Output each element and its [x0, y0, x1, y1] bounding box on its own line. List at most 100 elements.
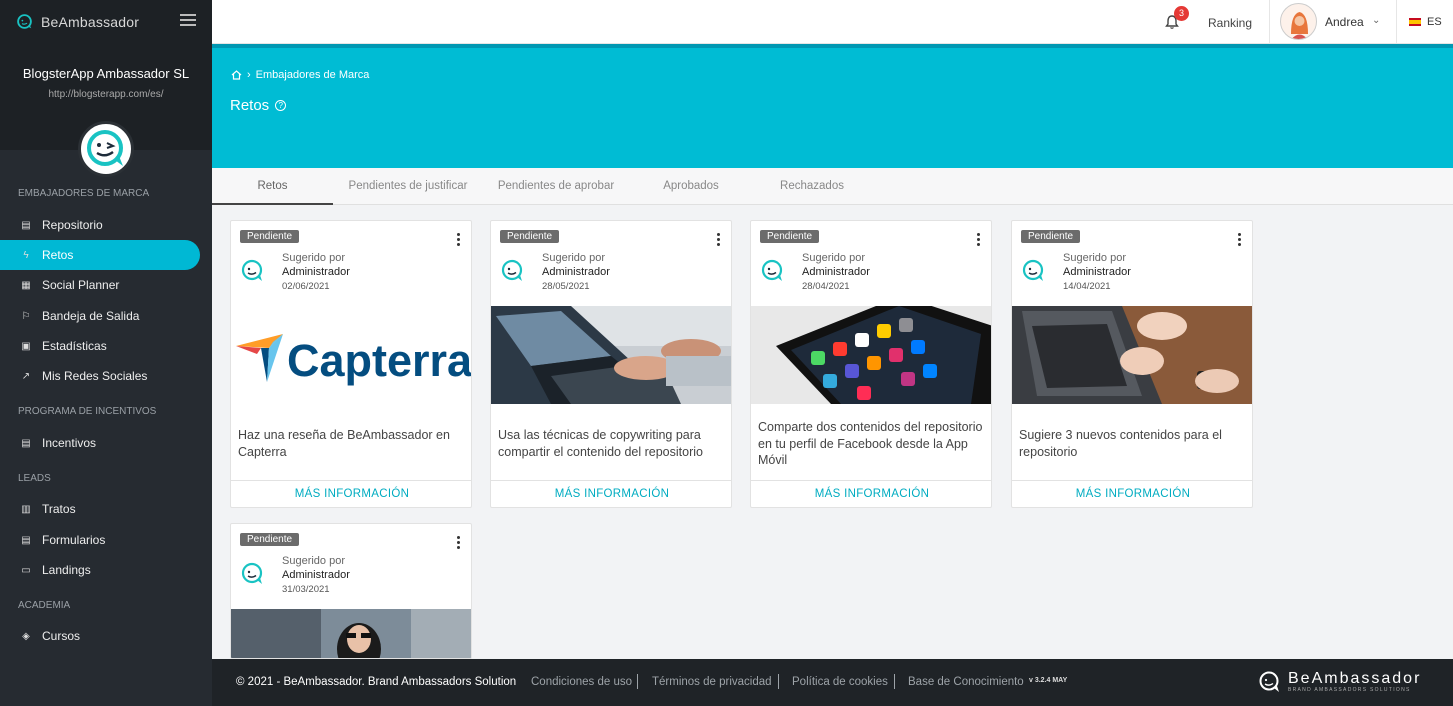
footer-link-terms[interactable]: Condiciones de uso [531, 676, 632, 688]
footer-logo[interactable]: BeAmbassador BRAND AMBASSADORS SOLUTIONS [1258, 670, 1421, 694]
page-title: Retos [230, 97, 270, 114]
author-name: Administrador [282, 266, 350, 278]
divider [1269, 0, 1270, 44]
laptop-hands-photo [1012, 306, 1252, 404]
more-info-button[interactable]: MÁS INFORMACIÓN [751, 480, 991, 507]
sidebar-item-landings[interactable]: ▭ Landings [0, 555, 200, 585]
breadcrumb: › Embajadores de Marca [231, 69, 369, 81]
more-info-button[interactable]: MÁS INFORMACIÓN [231, 480, 471, 507]
tab-pendientes-aprobar[interactable]: Pendientes de aprobar [494, 168, 618, 205]
version-label: v 3.2.4 MAY [1029, 677, 1068, 684]
help-icon[interactable]: ? [275, 100, 287, 111]
suggested-by-label: Sugerido por [1063, 252, 1126, 264]
brand[interactable]: BeAmbassador [16, 13, 139, 30]
company-name: BlogsterApp Ambassador SL [22, 66, 190, 81]
footer-logo-name: BeAmbassador [1288, 670, 1422, 687]
card-image[interactable] [1012, 306, 1252, 404]
tab-rechazados[interactable]: Rechazados [770, 168, 854, 205]
status-badge: Pendiente [240, 533, 300, 546]
card-description: Comparte dos contenidos del repositorio … [758, 420, 983, 467]
language-selector[interactable]: ES [1427, 16, 1442, 28]
company-url[interactable]: http://blogsterapp.com/es/ [0, 89, 212, 100]
card-image[interactable]: Capterra [231, 306, 472, 404]
bolt-icon: ϟ [23, 249, 29, 261]
card-image[interactable] [751, 306, 991, 404]
sidebar-item-cursos[interactable]: ◈ Cursos [0, 621, 200, 651]
suggested-by-label: Sugerido por [802, 252, 865, 264]
more-info-button[interactable]: MÁS INFORMACIÓN [1012, 480, 1252, 507]
ranking-link[interactable]: Ranking [1208, 16, 1252, 30]
card-image[interactable] [491, 306, 731, 404]
gift-icon: ▤ [21, 437, 31, 449]
user-avatar-icon [1291, 12, 1308, 39]
topbar: 3 Ranking Andrea ⌄ ES [212, 0, 1453, 44]
footer-link-knowledge-base[interactable]: Base de Conocimiento [908, 676, 1024, 688]
home-icon[interactable] [231, 70, 242, 80]
notification-badge: 3 [1174, 6, 1189, 21]
author-name: Administrador [802, 266, 870, 278]
breadcrumb-item[interactable]: Embajadores de Marca [256, 69, 370, 81]
tab-pendientes-justificar[interactable]: Pendientes de justificar [345, 168, 471, 205]
sidebar-item-redes[interactable]: ↗ Mis Redes Sociales [0, 361, 200, 391]
sidebar-item-estadisticas[interactable]: ▣ Estadísticas [0, 331, 200, 361]
sidebar-item-incentivos[interactable]: ▤ Incentivos [0, 428, 200, 458]
calendar-icon: ▦ [21, 279, 31, 291]
stats-icon: ▣ [21, 340, 31, 352]
card-date: 31/03/2021 [282, 584, 330, 595]
challenge-card[interactable]: Pendiente Sugerido por Administrador 28/… [490, 220, 732, 508]
deal-icon: ▥ [21, 503, 31, 515]
more-options-icon[interactable] [457, 233, 461, 246]
footer-link-cookies[interactable]: Política de cookies [792, 676, 888, 688]
status-badge: Pendiente [240, 230, 300, 243]
user-avatar[interactable] [1280, 3, 1317, 40]
challenge-card[interactable]: Pendiente Sugerido por Administrador 02/… [230, 220, 472, 508]
author-logo-icon [1022, 259, 1044, 281]
challenge-card[interactable]: Pendiente Sugerido por Administrador 31/… [230, 523, 472, 659]
sidebar: BeAmbassador BlogsterApp Ambassador SL h… [0, 0, 212, 706]
spain-flag-icon[interactable] [1409, 18, 1421, 26]
footer-logo-text: BeAmbassador BRAND AMBASSADORS SOLUTIONS [1288, 670, 1422, 694]
card-description: Usa las técnicas de copywriting para com… [498, 428, 703, 459]
more-options-icon[interactable] [457, 536, 461, 549]
tab-aprobados[interactable]: Aprobados [649, 168, 733, 205]
repository-icon: ▤ [21, 219, 31, 231]
sidebar-item-tratos[interactable]: ▥ Tratos [0, 494, 200, 524]
more-options-icon[interactable] [717, 233, 721, 246]
sidebar-item-social-planner[interactable]: ▦ Social Planner [0, 270, 200, 300]
card-date: 14/04/2021 [1063, 281, 1111, 292]
author-name: Administrador [1063, 266, 1131, 278]
company-avatar [78, 121, 134, 177]
card-description: Haz una reseña de BeAmbassador en Capter… [238, 428, 450, 459]
tab-retos[interactable]: Retos [212, 168, 333, 205]
sidebar-item-bandeja[interactable]: ⚐ Bandeja de Salida [0, 301, 200, 331]
more-options-icon[interactable] [1238, 233, 1242, 246]
divider [1396, 0, 1397, 44]
flag-icon: ⚐ [21, 310, 31, 322]
card-image[interactable] [231, 609, 471, 658]
copyright: © 2021 - BeAmbassador. Brand Ambassadors… [236, 676, 517, 688]
challenge-card[interactable]: Pendiente Sugerido por Administrador 14/… [1011, 220, 1253, 508]
sidebar-item-repositorio[interactable]: ▤ Repositorio [0, 210, 200, 240]
user-name[interactable]: Andrea [1325, 15, 1364, 29]
footer-link-privacy[interactable]: Términos de privacidad [652, 676, 772, 688]
page-header: › Embajadores de Marca Retos ? [212, 44, 1453, 168]
landing-icon: ▭ [21, 564, 31, 576]
author-name: Administrador [542, 266, 610, 278]
divider [778, 674, 779, 689]
sidebar-item-retos[interactable]: ϟ Retos [0, 240, 200, 270]
more-options-icon[interactable] [977, 233, 981, 246]
chevron-down-icon[interactable]: ⌄ [1372, 15, 1380, 26]
challenge-card[interactable]: Pendiente Sugerido por Administrador 28/… [750, 220, 992, 508]
divider [894, 674, 895, 689]
suggested-by-label: Sugerido por [282, 555, 345, 567]
sidebar-item-formularios[interactable]: ▤ Formularios [0, 525, 200, 555]
card-image-text: Capterra [287, 335, 472, 386]
more-info-button[interactable]: MÁS INFORMACIÓN [491, 480, 731, 507]
status-badge: Pendiente [1021, 230, 1081, 243]
menu-toggle-icon[interactable] [180, 14, 196, 27]
woman-glasses-photo [231, 609, 471, 658]
footer-logo-tagline: BRAND AMBASSADORS SOLUTIONS [1288, 687, 1411, 693]
suggested-by-label: Sugerido por [542, 252, 605, 264]
card-description: Sugiere 3 nuevos contenidos para el repo… [1019, 428, 1222, 459]
card-date: 28/05/2021 [542, 281, 590, 292]
